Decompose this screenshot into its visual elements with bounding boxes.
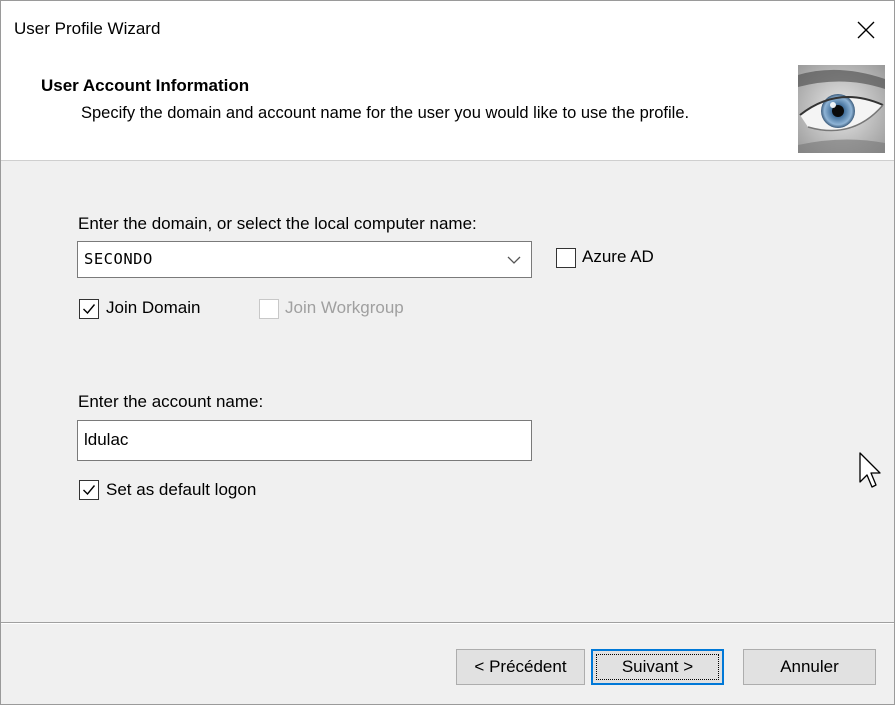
wizard-header: User Account Information Specify the dom… bbox=[1, 59, 894, 161]
next-button[interactable]: Suivant > bbox=[591, 649, 724, 685]
domain-value: SECONDO bbox=[84, 250, 153, 268]
eye-image bbox=[798, 65, 885, 153]
focus-rectangle bbox=[596, 654, 719, 680]
join-domain-label: Join Domain bbox=[106, 298, 201, 317]
domain-combobox[interactable]: SECONDO bbox=[77, 241, 532, 278]
default-logon-checkbox[interactable] bbox=[79, 480, 99, 500]
page-title: User Account Information bbox=[41, 76, 250, 95]
page-subtitle: Specify the domain and account name for … bbox=[81, 104, 690, 122]
default-logon-label: Set as default logon bbox=[106, 480, 257, 499]
window-title: User Profile Wizard bbox=[14, 19, 161, 38]
domain-label: Enter the domain, or select the local co… bbox=[78, 214, 477, 233]
account-name-field[interactable] bbox=[77, 420, 532, 461]
mouse-pointer-icon bbox=[859, 452, 881, 488]
title-bar: User Profile Wizard bbox=[1, 1, 894, 59]
join-domain-checkbox[interactable] bbox=[79, 299, 99, 319]
chevron-down-icon bbox=[507, 256, 521, 264]
footer-separator bbox=[1, 622, 894, 624]
azure-ad-label: Azure AD bbox=[582, 247, 654, 266]
account-label: Enter the account name: bbox=[78, 392, 264, 411]
wizard-window: User Profile Wizard User Account Informa… bbox=[0, 0, 895, 705]
cancel-button[interactable]: Annuler bbox=[743, 649, 876, 685]
join-workgroup-checkbox[interactable] bbox=[259, 299, 279, 319]
azure-ad-checkbox[interactable] bbox=[556, 248, 576, 268]
close-icon bbox=[857, 21, 875, 39]
close-button[interactable] bbox=[838, 1, 894, 59]
check-icon bbox=[83, 304, 96, 315]
back-button[interactable]: < Précédent bbox=[456, 649, 585, 685]
check-icon bbox=[83, 485, 96, 496]
account-name-input[interactable] bbox=[84, 430, 524, 450]
join-workgroup-label: Join Workgroup bbox=[285, 298, 404, 317]
